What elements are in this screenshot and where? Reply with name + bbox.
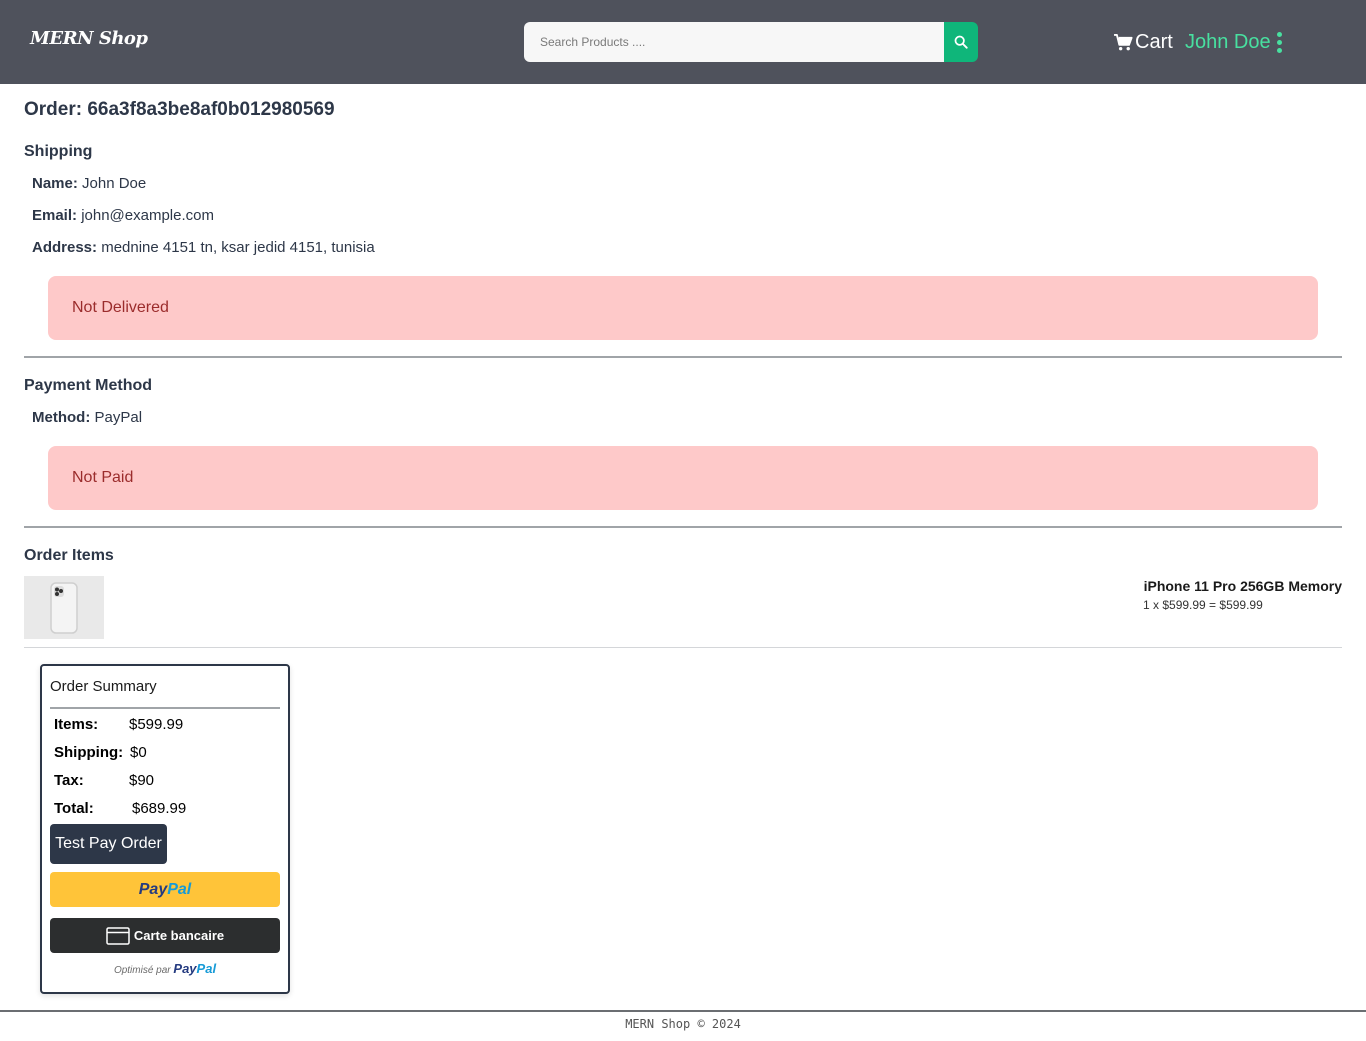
section-divider xyxy=(24,356,1342,358)
email-value: john@example.com xyxy=(81,207,214,224)
shipping-name-row: Name: John Doe xyxy=(32,175,146,192)
paypal-logo-pay: Pay xyxy=(138,880,168,898)
card-button-label: Carte bancaire xyxy=(133,928,225,943)
paypal-button[interactable]: Pay Pal xyxy=(50,872,280,907)
summary-total-row: Total: $689.99 xyxy=(54,800,186,817)
payment-heading: Payment Method xyxy=(24,377,153,394)
navbar: MERN Shop Cart John Doe xyxy=(0,0,1366,84)
shipping-address-row: Address: mednine 4151 tn, ksar jedid 415… xyxy=(32,239,375,256)
summary-total-value: $689.99 xyxy=(132,800,187,817)
summary-total-label: Total: xyxy=(54,800,94,817)
summary-shipping-value: $0 xyxy=(130,744,147,761)
footer-copyright: MERN Shop © 2024 xyxy=(625,1017,741,1031)
section-divider xyxy=(24,526,1342,528)
email-label: Email: xyxy=(32,207,78,224)
powered-text: Optimisé par xyxy=(113,965,171,976)
search-form xyxy=(524,22,978,62)
address-label: Address: xyxy=(32,239,98,256)
order-items-heading: Order Items xyxy=(24,547,114,564)
cart-link[interactable]: Cart xyxy=(1114,31,1173,54)
user-menu[interactable]: John Doe xyxy=(1185,31,1282,54)
search-button[interactable] xyxy=(944,22,978,62)
summary-tax-value: $90 xyxy=(129,772,155,789)
paypal-logo-pal: Pal xyxy=(167,880,192,898)
summary-title: Order Summary xyxy=(50,678,157,695)
kebab-menu-icon xyxy=(1276,32,1282,53)
summary-tax-row: Tax: $90 xyxy=(54,772,154,789)
summary-divider xyxy=(50,707,280,709)
phone-image-icon xyxy=(50,581,78,634)
delivery-status-alert: Not Delivered xyxy=(48,276,1318,340)
summary-items-value: $599.99 xyxy=(129,716,184,733)
user-name: John Doe xyxy=(1185,31,1271,53)
name-label: Name: xyxy=(32,175,78,192)
test-pay-order-button[interactable]: Test Pay Order xyxy=(50,824,167,864)
method-value: PayPal xyxy=(94,409,143,426)
summary-items-label: Items: xyxy=(54,716,99,733)
name-value: John Doe xyxy=(82,175,147,192)
payment-status-alert: Not Paid xyxy=(48,446,1318,510)
method-label: Method: xyxy=(32,409,91,426)
powered-logo-pay: Pay xyxy=(173,961,197,976)
cart-label: Cart xyxy=(1135,31,1173,53)
address-value: mednine 4151 tn, ksar jedid 4151, tunisi… xyxy=(101,239,375,256)
powered-logo-pal: Pal xyxy=(196,961,217,976)
summary-shipping-row: Shipping: $0 xyxy=(54,744,147,761)
search-input[interactable] xyxy=(524,22,944,62)
footer-divider xyxy=(0,1010,1366,1012)
powered-by-paypal: Optimisé par PayPal xyxy=(42,961,288,976)
product-image[interactable] xyxy=(24,576,104,639)
page-title: Order: 66a3f8a3be8af0b012980569 xyxy=(24,99,335,120)
order-summary-card: Order Summary Items: $599.99 Shipping: $0 … xyxy=(40,664,290,994)
search-icon xyxy=(954,35,968,49)
product-price-calc: 1 x $599.99 = $599.99 xyxy=(1143,598,1263,612)
credit-card-button[interactable]: Carte bancaire xyxy=(50,918,280,953)
product-name-link[interactable]: iPhone 11 Pro 256GB Memory xyxy=(1144,578,1342,594)
item-divider xyxy=(24,647,1342,648)
summary-items-row: Items: $599.99 xyxy=(54,716,183,733)
shipping-heading: Shipping xyxy=(24,143,93,160)
brand-logo[interactable]: MERN Shop xyxy=(30,28,148,49)
cart-icon xyxy=(1114,34,1133,51)
summary-tax-label: Tax: xyxy=(54,772,84,789)
credit-card-icon xyxy=(106,926,130,945)
summary-shipping-label: Shipping: xyxy=(54,744,124,761)
payment-method-row: Method: PayPal xyxy=(32,409,142,426)
shipping-email-row: Email: john@example.com xyxy=(32,207,214,224)
